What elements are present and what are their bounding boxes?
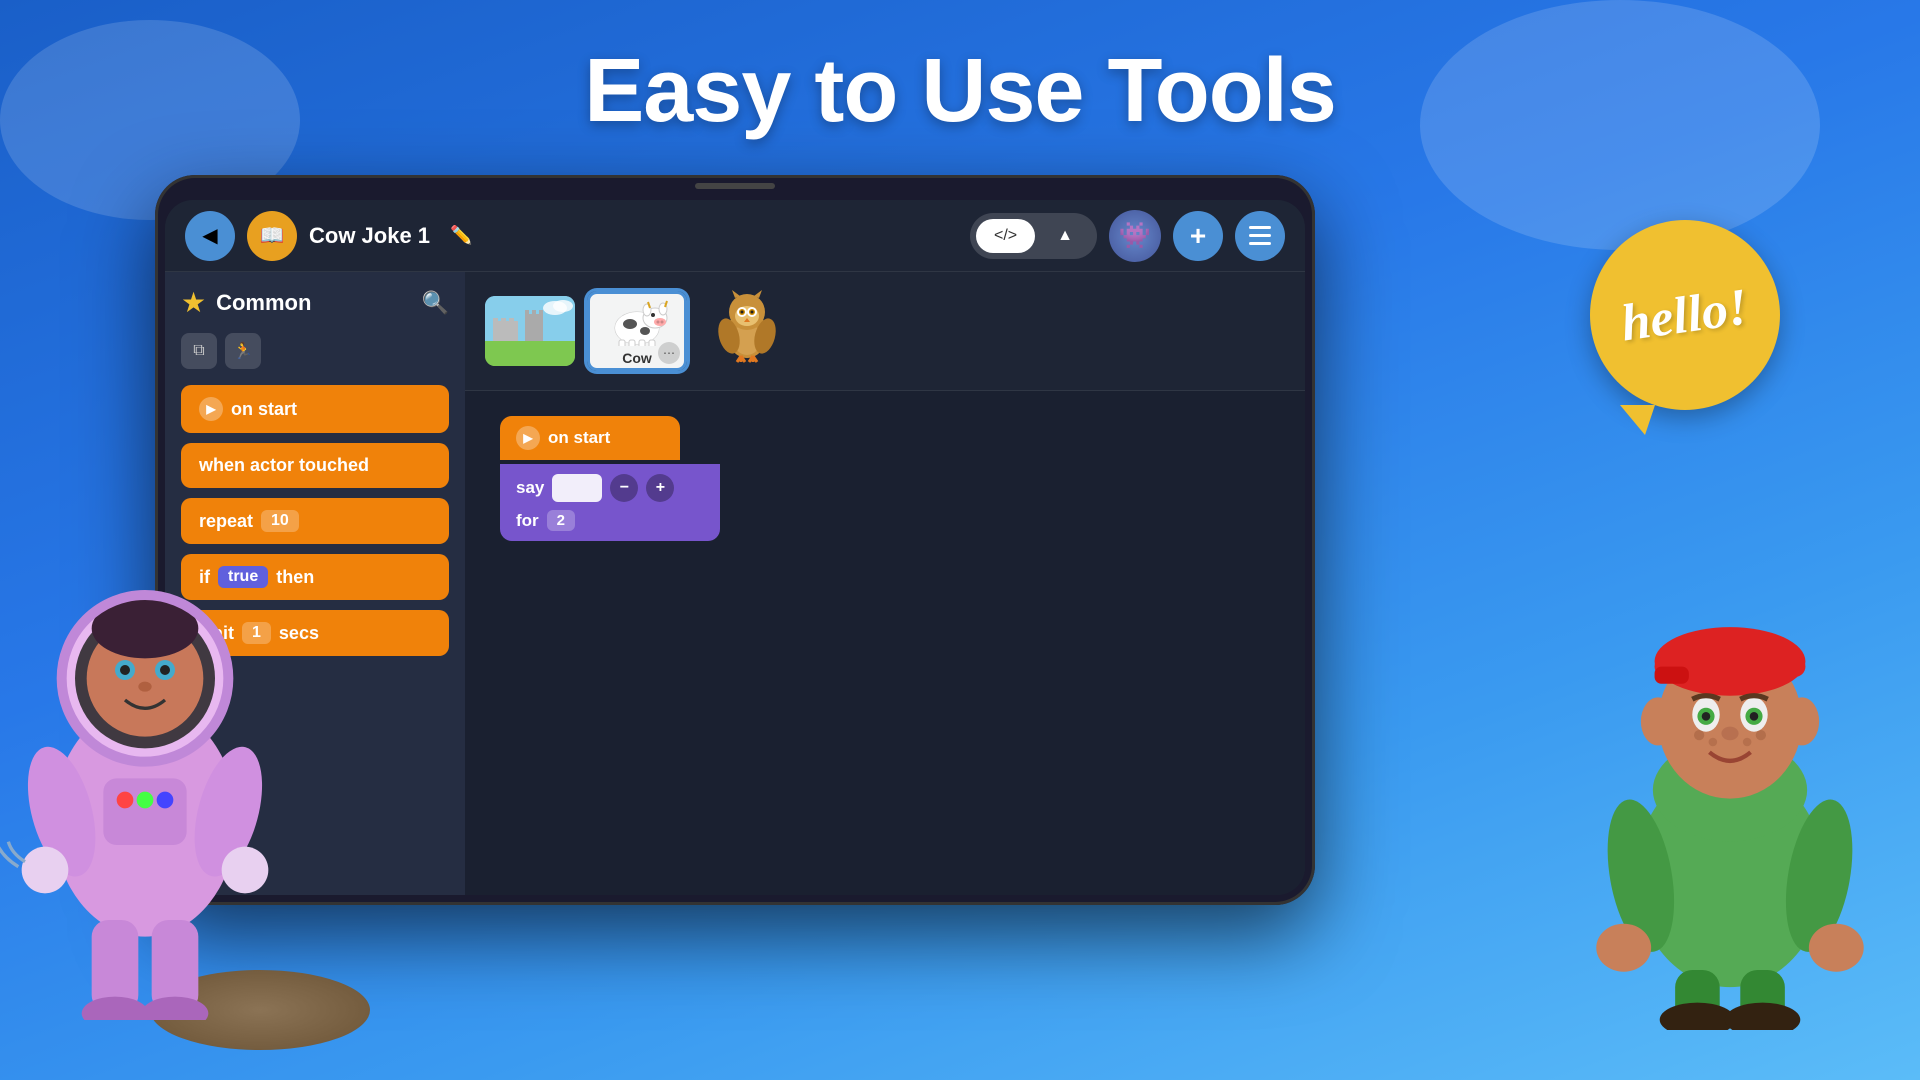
block-on-start[interactable]: ▶ on start [181, 385, 449, 433]
tool-run-icon[interactable]: 🏃 [225, 333, 261, 369]
edit-icon[interactable]: ✏️ [450, 225, 472, 246]
bird-sprite[interactable] [707, 284, 787, 378]
code-canvas: ▶ on start say − + for 2 [465, 391, 1305, 895]
play-icon: ▶ [199, 397, 223, 421]
canvas-on-start-block[interactable]: ▶ on start [500, 416, 680, 460]
sidebar-header: ★ Common 🔍 [165, 272, 465, 333]
canvas-minus-button[interactable]: − [610, 474, 638, 502]
view-toggle: </> ▲ [970, 213, 1097, 259]
canvas-play-icon: ▶ [516, 426, 540, 450]
hello-text: hello! [1618, 277, 1752, 353]
app-main: Cow ⋯ [465, 272, 1305, 895]
boy-character [1550, 550, 1910, 1030]
block-when-actor-label: when actor touched [199, 455, 369, 476]
page-title: Easy to Use Tools [0, 0, 1920, 143]
cow-sprite-card[interactable]: Cow ⋯ [587, 291, 687, 371]
hamburger-icon [1249, 226, 1271, 245]
app-navbar: ◀ 📖 Cow Joke 1 ✏️ </> ▲ 👾 + [165, 200, 1305, 272]
book-icon: 📖 [260, 223, 285, 248]
code-view-icon: </> [994, 227, 1017, 244]
cow-sprite-menu[interactable]: ⋯ [658, 342, 680, 364]
background-preview [485, 296, 575, 366]
search-icon[interactable]: 🔍 [422, 290, 449, 316]
scene-row: Cow ⋯ [465, 272, 1305, 391]
project-title: Cow Joke 1 [309, 223, 430, 249]
sidebar-tools: ⧉ 🏃 [165, 333, 465, 377]
hello-circle: hello! [1590, 220, 1780, 410]
back-button[interactable]: ◀ [185, 211, 235, 261]
canvas-say-block[interactable]: say − + for 2 [500, 464, 720, 541]
back-icon: ◀ [202, 223, 217, 248]
tool-copy-icon[interactable]: ⧉ [181, 333, 217, 369]
device-notch [695, 183, 775, 189]
canvas-plus-button[interactable]: + [646, 474, 674, 502]
block-when-actor-touched[interactable]: when actor touched [181, 443, 449, 488]
hello-bubble: hello! [1590, 220, 1790, 420]
canvas-on-start-label: on start [548, 428, 610, 448]
monster-icon: 👾 [1119, 220, 1151, 251]
app-content: ★ Common 🔍 ⧉ 🏃 ▶ on start w [165, 272, 1305, 895]
block-on-start-label: on start [231, 399, 297, 420]
device-frame: ◀ 📖 Cow Joke 1 ✏️ </> ▲ 👾 + [155, 175, 1315, 905]
sidebar-category: Common [216, 290, 411, 316]
canvas-say-label: say [516, 478, 544, 498]
canvas-for-value: 2 [547, 510, 575, 531]
monster-avatar: 👾 [1109, 210, 1161, 262]
cow-sprite-label: Cow [622, 350, 652, 366]
add-button[interactable]: + [1173, 211, 1223, 261]
background-thumbnail[interactable] [485, 296, 575, 366]
menu-button[interactable] [1235, 211, 1285, 261]
astronaut-character [0, 520, 320, 1020]
scene-view-icon: ▲ [1057, 227, 1073, 244]
book-button[interactable]: 📖 [247, 211, 297, 261]
code-view-button[interactable]: </> [976, 219, 1035, 253]
plus-icon: + [1190, 220, 1206, 252]
app-screen: ◀ 📖 Cow Joke 1 ✏️ </> ▲ 👾 + [165, 200, 1305, 895]
canvas-for-label: for [516, 511, 539, 531]
canvas-block-group: ▶ on start say − + for 2 [500, 416, 720, 541]
star-icon: ★ [181, 286, 206, 319]
canvas-say-input[interactable] [552, 474, 602, 502]
scene-view-button[interactable]: ▲ [1039, 219, 1091, 253]
